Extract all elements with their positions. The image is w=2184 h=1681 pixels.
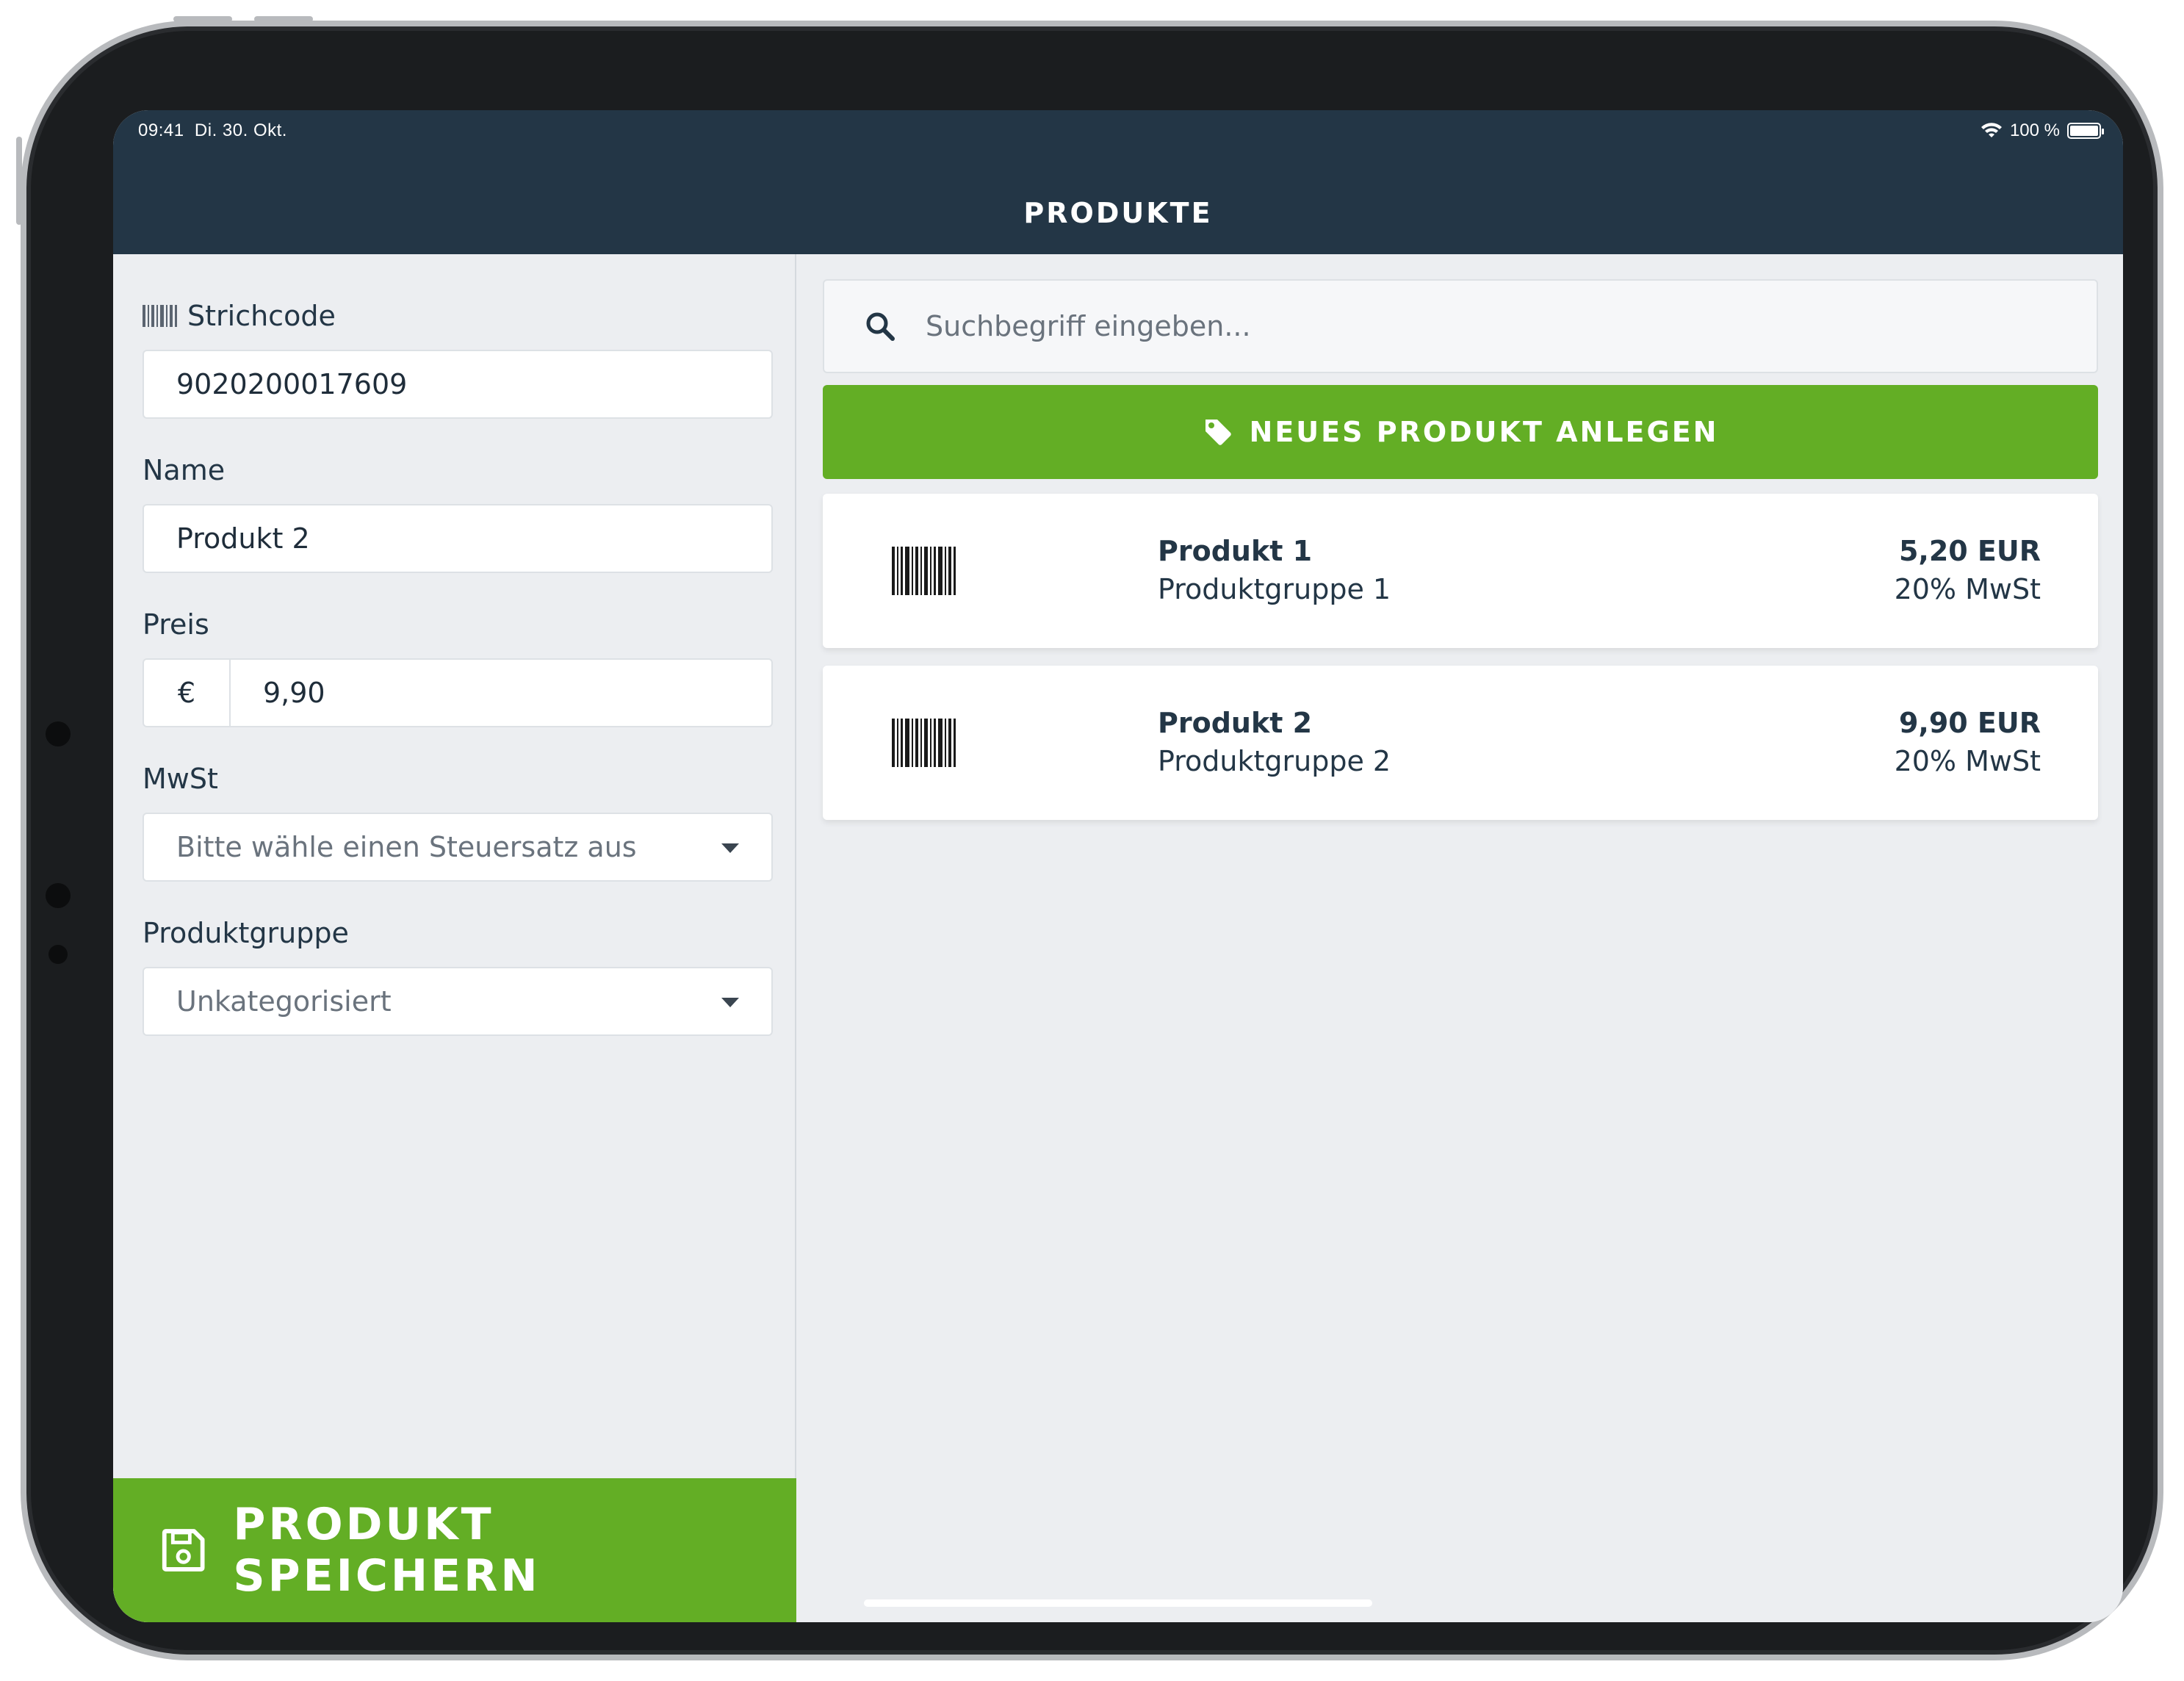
product-list-panel: NEUES PRODUKT ANLEGEN Produkt 1 Produktg… bbox=[798, 254, 2123, 1622]
product-price: 9,90 EUR bbox=[1898, 707, 2041, 739]
status-indicators: 100 % bbox=[1981, 119, 2104, 143]
search-icon bbox=[866, 312, 895, 341]
top-button-2 bbox=[254, 16, 313, 22]
currency-prefix: € bbox=[144, 660, 231, 726]
name-label: Name bbox=[143, 454, 226, 486]
status-date: Di. 30. Okt. bbox=[194, 120, 287, 140]
product-group: Produktgruppe 2 bbox=[1158, 745, 1391, 777]
status-clock: 09:41 bbox=[138, 120, 184, 140]
price-label: Preis bbox=[143, 608, 209, 641]
name-input[interactable]: Produkt 2 bbox=[143, 504, 773, 573]
barcode-icon bbox=[892, 547, 958, 595]
product-card[interactable]: Produkt 2 Produktgruppe 2 9,90 EUR 20% M… bbox=[823, 666, 2098, 820]
product-group: Produktgruppe 1 bbox=[1158, 573, 1391, 605]
save-product-button[interactable]: PRODUKT SPEICHERN bbox=[113, 1478, 796, 1622]
barcode-icon bbox=[143, 305, 177, 327]
product-name: Produkt 2 bbox=[1158, 707, 1313, 739]
top-button bbox=[173, 16, 232, 22]
battery-icon bbox=[2067, 123, 2104, 139]
group-label: Produktgruppe bbox=[143, 917, 349, 949]
product-tax: 20% MwSt bbox=[1894, 745, 2041, 777]
group-select[interactable]: Unkategorisiert bbox=[143, 967, 773, 1036]
side-button bbox=[16, 137, 22, 225]
group-select-value: Unkategorisiert bbox=[176, 985, 392, 1018]
search-input[interactable] bbox=[926, 310, 2028, 342]
price-input[interactable]: 9,90 bbox=[231, 660, 771, 726]
tag-icon bbox=[1205, 420, 1231, 445]
search-bar bbox=[823, 279, 2098, 373]
wifi-icon bbox=[1981, 123, 2002, 137]
barcode-label: Strichcode bbox=[143, 300, 336, 332]
new-product-button[interactable]: NEUES PRODUKT ANLEGEN bbox=[823, 385, 2098, 479]
tax-label: MwSt bbox=[143, 763, 218, 795]
battery-percent: 100 % bbox=[2009, 120, 2060, 140]
new-product-label: NEUES PRODUKT ANLEGEN bbox=[1249, 416, 1719, 448]
camera-sensor bbox=[46, 721, 71, 746]
chevron-down-icon bbox=[721, 998, 739, 1007]
page-title: PRODUKTE bbox=[1023, 197, 1213, 229]
camera-sensor bbox=[48, 945, 68, 964]
camera-sensor bbox=[46, 883, 71, 908]
barcode-label-text: Strichcode bbox=[187, 300, 336, 332]
app-header: 09:41 Di. 30. Okt. 100 % PRODUKTE bbox=[113, 110, 2123, 254]
app-screen: 09:41 Di. 30. Okt. 100 % PRODUKTE Strich… bbox=[113, 110, 2123, 1622]
status-time: 09:41 Di. 30. Okt. bbox=[138, 120, 287, 141]
product-form: Strichcode 9020200017609 Name Produkt 2 … bbox=[113, 254, 796, 1622]
price-field: € 9,90 bbox=[143, 658, 773, 727]
barcode-input[interactable]: 9020200017609 bbox=[143, 350, 773, 419]
product-card[interactable]: Produkt 1 Produktgruppe 1 5,20 EUR 20% M… bbox=[823, 494, 2098, 648]
product-tax: 20% MwSt bbox=[1894, 573, 2041, 605]
product-price: 5,20 EUR bbox=[1898, 535, 2041, 567]
tax-select[interactable]: Bitte wähle einen Steuersatz aus bbox=[143, 813, 773, 882]
tax-select-placeholder: Bitte wähle einen Steuersatz aus bbox=[176, 831, 637, 863]
chevron-down-icon bbox=[721, 843, 739, 853]
save-product-label: PRODUKT SPEICHERN bbox=[233, 1499, 541, 1602]
home-indicator[interactable] bbox=[864, 1599, 1372, 1607]
product-name: Produkt 1 bbox=[1158, 535, 1313, 567]
barcode-icon bbox=[892, 719, 958, 767]
tablet-frame: 09:41 Di. 30. Okt. 100 % PRODUKTE Strich… bbox=[16, 16, 2163, 1660]
floppy-disk-icon bbox=[162, 1529, 205, 1572]
